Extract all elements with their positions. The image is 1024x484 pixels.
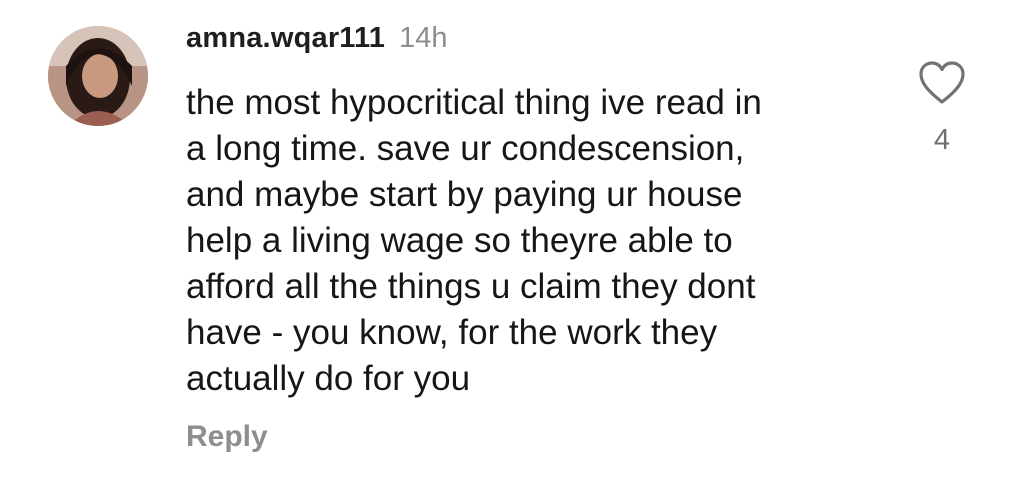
reply-button[interactable]: Reply bbox=[186, 420, 268, 454]
comment-line: have - you know, for the work they bbox=[186, 313, 718, 352]
like-count: 4 bbox=[933, 124, 951, 156]
comment-item: amna.wqar111 14h the most hypocritical t… bbox=[0, 0, 1024, 484]
timestamp: 14h bbox=[399, 22, 448, 54]
comment-line: actually do for you bbox=[186, 359, 471, 398]
comment-header: amna.wqar111 14h bbox=[186, 22, 447, 62]
comment-line: and maybe start by paying ur house bbox=[186, 175, 743, 214]
comment-line: the most hypocritical thing ive read in bbox=[186, 83, 762, 122]
comment-line: help a living wage so theyre able to bbox=[186, 221, 733, 260]
heart-outline-icon[interactable] bbox=[918, 60, 966, 106]
comment-line: afford all the things u claim they dont bbox=[186, 267, 756, 306]
username[interactable]: amna.wqar111 bbox=[186, 22, 385, 55]
avatar[interactable] bbox=[48, 26, 148, 126]
profile-photo bbox=[48, 26, 148, 126]
comment-line: a long time. save ur condescension, bbox=[186, 129, 745, 168]
comment-text: the most hypocritical thing ive read in … bbox=[186, 80, 886, 402]
